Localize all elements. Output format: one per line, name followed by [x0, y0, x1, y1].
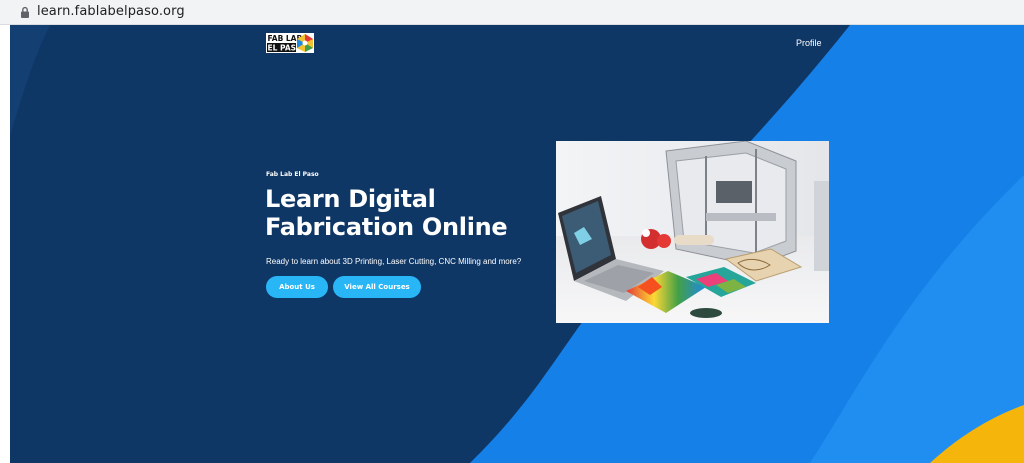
url-text[interactable]: learn.fablabelpaso.org — [37, 4, 185, 19]
nav-profile-link[interactable]: Profile — [796, 38, 822, 48]
web-page: FAB LAB EL PASO Profile Fab Lab El Paso … — [0, 25, 1024, 463]
photo-illustration — [556, 141, 829, 323]
browser-address-bar[interactable]: learn.fablabelpaso.org — [0, 0, 1024, 25]
hero-eyebrow: Fab Lab El Paso — [266, 171, 319, 178]
hero-background — [10, 25, 1024, 463]
hero-headline: Learn Digital Fabrication Online — [265, 185, 565, 241]
headline-line1: Learn Digital — [265, 185, 436, 213]
logo-graphic: FAB LAB EL PASO — [266, 33, 314, 53]
headline-line2: Fabrication Online — [265, 213, 508, 241]
hero-photo-3d-printer — [556, 141, 829, 323]
fab-lab-logo[interactable]: FAB LAB EL PASO — [266, 33, 314, 53]
lock-icon — [21, 6, 29, 18]
view-all-courses-button[interactable]: View All Courses — [333, 276, 421, 298]
hero-section: FAB LAB EL PASO Profile Fab Lab El Paso … — [10, 25, 1024, 463]
about-us-button[interactable]: About Us — [266, 276, 328, 298]
hero-tagline: Ready to learn about 3D Printing, Laser … — [266, 257, 522, 266]
